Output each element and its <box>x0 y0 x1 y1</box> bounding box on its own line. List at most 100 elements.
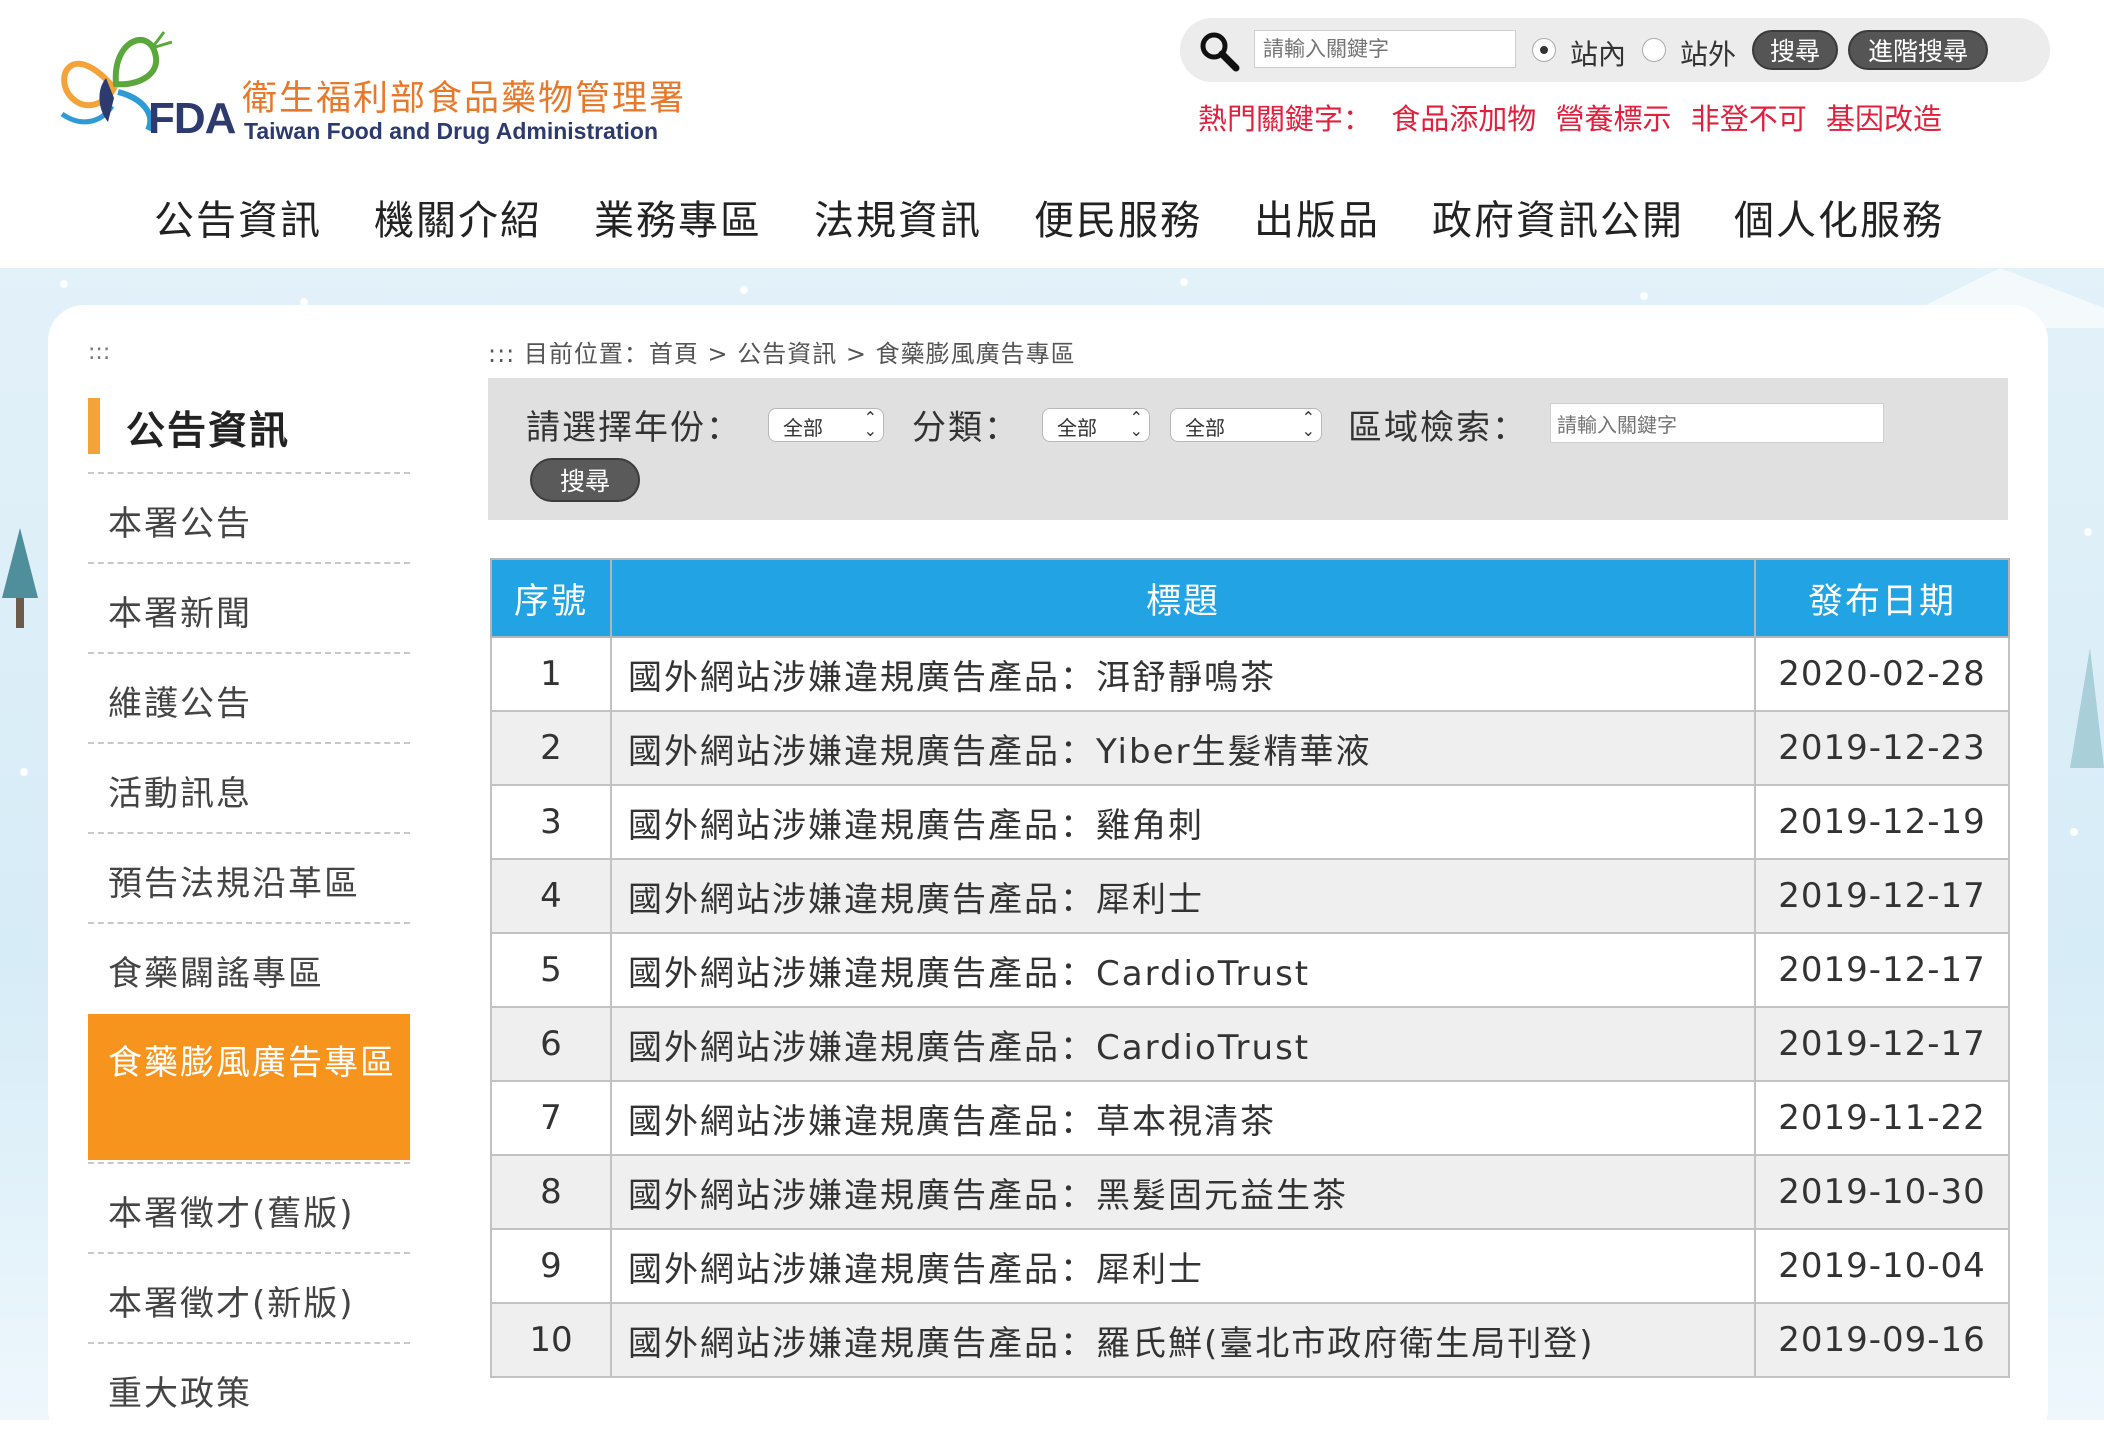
row-number: 2 <box>490 710 612 786</box>
category-select-secondary[interactable]: 全部 ⌃ ⌄ <box>1170 408 1322 442</box>
nav-item-about[interactable]: 機關介紹 <box>374 188 542 246</box>
sidebar-title: 公告資訊 <box>126 409 291 454</box>
site-search-bar: 站內 站外 搜尋 進階搜尋 <box>1180 18 2050 82</box>
row-title-link[interactable]: 國外網站涉嫌違規廣告產品：CardioTrust <box>610 932 1756 1008</box>
sidebar-item-maintenance[interactable]: 維護公告 <box>88 652 410 742</box>
filter-search-button[interactable]: 搜尋 <box>530 458 640 502</box>
table-row[interactable]: 10 國外網站涉嫌違規廣告產品：羅氏鮮(臺北市政府衛生局刊登) 2019-09-… <box>490 1302 2010 1378</box>
sidebar-item-events[interactable]: 活動訊息 <box>88 742 410 832</box>
site-header: FDA 衛生福利部食品藥物管理署 Taiwan Food and Drug Ad… <box>0 0 2104 268</box>
year-select[interactable]: 全部 ⌃ ⌄ <box>768 408 884 442</box>
table-header-row: 序號 標題 發布日期 <box>490 558 2010 638</box>
sidebar-item-major-policies[interactable]: 重大政策 <box>88 1342 410 1432</box>
row-title-link[interactable]: 國外網站涉嫌違規廣告產品：雞角刺 <box>610 784 1756 860</box>
year-select-value: 全部 <box>783 416 823 440</box>
logo-name-chinese: 衛生福利部食品藥物管理署 <box>242 79 687 119</box>
hot-keyword-link[interactable]: 食品添加物 <box>1391 102 1536 136</box>
snowflake-decoration <box>20 768 28 776</box>
table-row[interactable]: 2 國外網站涉嫌違規廣告產品：Yiber生髮精華液 2019-12-23 <box>490 710 2010 786</box>
nav-item-services-zone[interactable]: 業務專區 <box>594 188 762 246</box>
snowflake-decoration <box>1640 292 1648 300</box>
advanced-search-button[interactable]: 進階搜尋 <box>1848 30 1988 70</box>
table-row[interactable]: 4 國外網站涉嫌違規廣告產品：犀利士 2019-12-17 <box>490 858 2010 934</box>
row-date: 2019-11-22 <box>1754 1080 2010 1156</box>
sidebar-item-recruitment-new[interactable]: 本署徵才(新版) <box>88 1252 410 1342</box>
table-row[interactable]: 1 國外網站涉嫌違規廣告產品：洱舒靜鳴茶 2020-02-28 <box>490 636 2010 712</box>
nav-item-public-services[interactable]: 便民服務 <box>1034 188 1202 246</box>
main-nav: 公告資訊 機關介紹 業務專區 法規資訊 便民服務 出版品 政府資訊公開 個人化服… <box>0 188 2104 248</box>
snowflake-decoration <box>1180 278 1188 286</box>
row-title-link[interactable]: 國外網站涉嫌違規廣告產品：犀利士 <box>610 858 1756 934</box>
scope-radio-external[interactable] <box>1642 38 1666 62</box>
sidebar-item-exaggerated-ads[interactable]: 食藥膨風廣告專區 <box>88 1014 410 1160</box>
nav-item-personalized[interactable]: 個人化服務 <box>1734 188 1944 246</box>
hot-keywords-label: 熱門關鍵字： <box>1198 102 1373 136</box>
row-date: 2019-09-16 <box>1754 1302 2010 1378</box>
year-filter-label: 請選擇年份： <box>526 408 742 448</box>
tree-decoration-icon <box>2070 648 2104 768</box>
table-row[interactable]: 9 國外網站涉嫌違規廣告產品：犀利士 2019-10-04 <box>490 1228 2010 1304</box>
row-title-link[interactable]: 國外網站涉嫌違規廣告產品：羅氏鮮(臺北市政府衛生局刊登) <box>610 1302 1756 1378</box>
site-search-button[interactable]: 搜尋 <box>1752 30 1838 70</box>
nav-item-publications[interactable]: 出版品 <box>1254 188 1380 246</box>
row-number: 3 <box>490 784 612 860</box>
sidebar-title-accent <box>88 398 100 454</box>
row-title-link[interactable]: 國外網站涉嫌違規廣告產品：CardioTrust <box>610 1006 1756 1082</box>
table-row[interactable]: 7 國外網站涉嫌違規廣告產品：草本視清茶 2019-11-22 <box>490 1080 2010 1156</box>
row-title-link[interactable]: 國外網站涉嫌違規廣告產品：草本視清茶 <box>610 1080 1756 1156</box>
sidebar-item-regulation-notices[interactable]: 預告法規沿革區 <box>88 832 410 922</box>
row-number: 1 <box>490 636 612 712</box>
table-row[interactable]: 5 國外網站涉嫌違規廣告產品：CardioTrust 2019-12-17 <box>490 932 2010 1008</box>
sidebar-item-agency-announcements[interactable]: 本署公告 <box>88 472 410 562</box>
filter-panel: 請選擇年份： 全部 ⌃⌄ 分類： 全部 ⌃⌄ 全部 ⌃⌄ 區域檢索： 搜尋 <box>488 378 2008 520</box>
category-select-primary[interactable]: 全部 ⌃ ⌄ <box>1042 408 1150 442</box>
scope-label-external: 站外 <box>1680 38 1737 71</box>
scope-radio-internal[interactable] <box>1532 38 1556 62</box>
column-header-title[interactable]: 標題 <box>610 558 1756 638</box>
select-arrows-icon: ⌃ ⌄ <box>1301 408 1315 440</box>
row-date: 2019-12-17 <box>1754 932 2010 1008</box>
fda-logo[interactable]: FDA 衛生福利部食品藥物管理署 Taiwan Food and Drug Ad… <box>52 18 684 148</box>
breadcrumb-marker[interactable]: ::: <box>488 340 515 368</box>
search-icon[interactable] <box>1198 30 1240 72</box>
select-arrows-icon: ⌃ ⌄ <box>863 408 877 440</box>
snowflake-decoration <box>2084 528 2092 536</box>
column-header-date[interactable]: 發布日期 <box>1754 558 2010 638</box>
row-date: 2019-10-30 <box>1754 1154 2010 1230</box>
nav-item-announcements[interactable]: 公告資訊 <box>154 188 322 246</box>
nav-item-regulations[interactable]: 法規資訊 <box>814 188 982 246</box>
table-row[interactable]: 3 國外網站涉嫌違規廣告產品：雞角刺 2019-12-19 <box>490 784 2010 860</box>
keyword-filter-input[interactable] <box>1550 403 1884 443</box>
announcement-table: 序號 標題 發布日期 1 國外網站涉嫌違規廣告產品：洱舒靜鳴茶 2020-02-… <box>490 558 2010 1378</box>
table-row[interactable]: 6 國外網站涉嫌違規廣告產品：CardioTrust 2019-12-17 <box>490 1006 2010 1082</box>
row-title-link[interactable]: 國外網站涉嫌違規廣告產品：犀利士 <box>610 1228 1756 1304</box>
breadcrumb: ::: 目前位置：首頁 > 公告資訊 > 食藥膨風廣告專區 <box>488 334 1076 369</box>
row-number: 7 <box>490 1080 612 1156</box>
row-number: 8 <box>490 1154 612 1230</box>
nav-item-open-government[interactable]: 政府資訊公開 <box>1432 188 1684 246</box>
hot-keyword-link[interactable]: 營養標示 <box>1555 102 1671 136</box>
row-number: 9 <box>490 1228 612 1304</box>
tree-decoration-icon <box>2 528 38 628</box>
table-row[interactable]: 8 國外網站涉嫌違規廣告產品：黑髮固元益生茶 2019-10-30 <box>490 1154 2010 1230</box>
hot-keyword-link[interactable]: 非登不可 <box>1691 102 1807 136</box>
row-title-link[interactable]: 國外網站涉嫌違規廣告產品：洱舒靜鳴茶 <box>610 636 1756 712</box>
row-number: 5 <box>490 932 612 1008</box>
sidebar-item-recruitment-old[interactable]: 本署徵才(舊版) <box>88 1162 410 1252</box>
sidebar-accesskey-marker[interactable]: ::: <box>88 340 110 365</box>
row-date: 2019-12-19 <box>1754 784 2010 860</box>
scope-label-internal: 站內 <box>1570 38 1627 71</box>
row-number: 10 <box>490 1302 612 1378</box>
row-number: 6 <box>490 1006 612 1082</box>
sidebar-item-agency-news[interactable]: 本署新聞 <box>88 562 410 652</box>
hot-keyword-link[interactable]: 基因改造 <box>1826 102 1942 136</box>
sidebar-item-rumor-clarification[interactable]: 食藥闢謠專區 <box>88 922 410 1012</box>
column-header-number[interactable]: 序號 <box>490 558 612 638</box>
keyword-filter-label: 區域檢索： <box>1348 408 1528 448</box>
site-search-input[interactable] <box>1254 30 1516 68</box>
row-title-link[interactable]: 國外網站涉嫌違規廣告產品：Yiber生髮精華液 <box>610 710 1756 786</box>
row-title-link[interactable]: 國外網站涉嫌違規廣告產品：黑髮固元益生茶 <box>610 1154 1756 1230</box>
row-date: 2019-10-04 <box>1754 1228 2010 1304</box>
row-date: 2019-12-23 <box>1754 710 2010 786</box>
select-arrows-icon: ⌃ ⌄ <box>1129 408 1143 440</box>
